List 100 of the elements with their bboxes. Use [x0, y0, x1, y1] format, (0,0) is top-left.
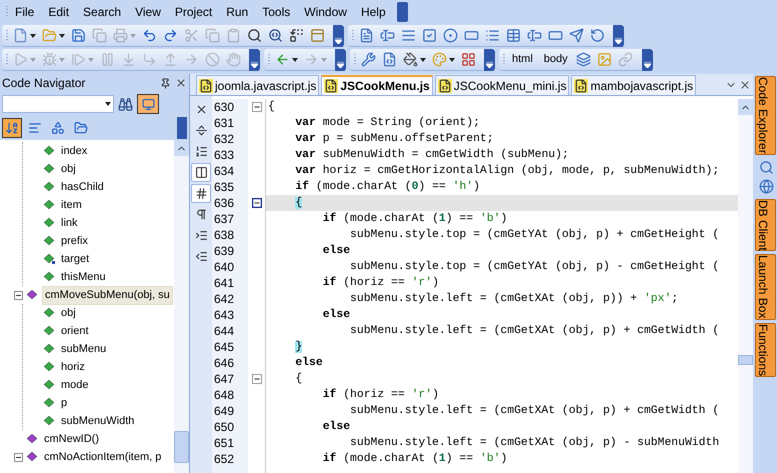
menu-item[interactable]: Help — [354, 3, 393, 21]
line-number: 633 — [213, 147, 236, 163]
layers-icon[interactable] — [574, 50, 593, 68]
line-number: 634 — [213, 163, 236, 179]
file-tab[interactable]: joomla.javascript.js — [196, 75, 320, 95]
menu-item[interactable]: Search — [76, 3, 128, 21]
line-number: 632 — [213, 131, 236, 147]
toolbar-overflow-icon[interactable] — [249, 48, 260, 70]
toolbar-overflow-icon[interactable] — [613, 24, 624, 46]
tree-item[interactable]: thisMenu — [59, 268, 108, 286]
menu-item[interactable]: Edit — [41, 3, 76, 21]
filter-toggle[interactable] — [137, 94, 159, 114]
variable-diamond-icon — [43, 217, 56, 229]
function-diamond-icon — [26, 289, 39, 301]
line-number: 645 — [213, 339, 236, 355]
close-icon[interactable] — [175, 77, 187, 89]
caret-icon[interactable] — [59, 34, 65, 38]
toolbar-overflow-icon[interactable] — [333, 24, 344, 46]
linked-variable-icon — [43, 253, 56, 265]
tree-item[interactable]: link — [59, 214, 80, 232]
caret-icon[interactable] — [449, 58, 455, 62]
pin-icon[interactable] — [160, 78, 171, 88]
file-tab[interactable]: JSCookMenu_mini.js — [434, 75, 570, 95]
tree-item[interactable]: prefix — [59, 232, 90, 250]
tree-item[interactable]: item — [59, 196, 84, 214]
menu-item[interactable]: Run — [219, 3, 256, 21]
tools-icon[interactable] — [359, 50, 377, 68]
caret-icon[interactable] — [420, 58, 426, 62]
columns-icon[interactable] — [191, 163, 211, 182]
menu-item[interactable]: Project — [168, 3, 220, 21]
function-diamond-icon — [26, 451, 39, 463]
toolbar-overflow-icon[interactable] — [642, 48, 653, 70]
paint-bucket-icon[interactable] — [401, 50, 419, 68]
tree-item[interactable]: p — [59, 394, 70, 412]
tree-item[interactable]: subMenuWidth — [59, 412, 136, 430]
collapse-icon[interactable] — [14, 452, 23, 462]
caret-icon[interactable] — [292, 58, 298, 62]
hash-icon[interactable] — [191, 184, 211, 203]
script-file-icon — [199, 78, 213, 92]
variable-diamond-icon — [43, 415, 56, 427]
scrollbar[interactable] — [174, 140, 189, 473]
line-number: 638 — [213, 227, 236, 243]
line-number: 644 — [213, 323, 236, 339]
variable-diamond-icon — [43, 325, 56, 337]
menu-item[interactable]: File — [8, 3, 42, 21]
menu-item[interactable]: View — [128, 3, 168, 21]
side-panel-tab[interactable]: DB Client — [755, 198, 776, 252]
side-panel-tab[interactable]: Launch Box — [755, 254, 776, 320]
toolbar-overflow-icon[interactable] — [335, 48, 346, 70]
caret-icon[interactable] — [30, 34, 36, 38]
variable-diamond-icon — [43, 181, 56, 193]
file-tab[interactable]: mambojavascript.js — [571, 75, 696, 95]
tree-item[interactable]: orient — [59, 322, 91, 340]
caret-icon — [105, 102, 111, 106]
globe-icon[interactable] — [758, 178, 774, 194]
scrollbar[interactable] — [738, 99, 753, 473]
sort-icon[interactable] — [2, 118, 22, 138]
variable-diamond-icon — [43, 271, 56, 283]
panel-title: Code Navigator — [2, 75, 86, 92]
tree-item[interactable]: obj — [59, 160, 78, 178]
tree-item[interactable]: horiz — [59, 358, 87, 376]
menu-overflow-icon[interactable] — [396, 2, 408, 22]
tree-item[interactable]: index — [59, 142, 90, 160]
side-panel-tab[interactable]: Code Explorer — [755, 76, 776, 155]
tree-item[interactable]: hasChild — [59, 178, 106, 196]
side-panel-tab[interactable]: Functions — [755, 322, 776, 377]
tree-item[interactable]: obj — [59, 304, 78, 322]
fold-icon[interactable] — [252, 374, 262, 384]
file-tab[interactable]: JSCookMenu.js — [321, 75, 433, 95]
menu-item[interactable]: Window — [297, 3, 354, 21]
line-number: 631 — [213, 115, 236, 131]
variable-diamond-icon — [43, 343, 56, 355]
tree-item[interactable]: subMenu — [59, 340, 108, 358]
tag-button[interactable]: html — [508, 54, 537, 65]
variable-diamond-icon — [43, 379, 56, 391]
tree-item[interactable]: cmNoActionItem(item, p — [42, 448, 164, 466]
submit-icon[interactable] — [567, 26, 585, 44]
toolbar-overflow-icon[interactable] — [484, 48, 495, 70]
scrollbar-thumb[interactable] — [174, 431, 189, 463]
tag-button[interactable]: body — [540, 54, 572, 65]
tree-item[interactable]: target — [59, 250, 92, 268]
line-number: 648 — [213, 387, 236, 403]
tree-item[interactable]: mode — [59, 376, 91, 394]
close-icon[interactable] — [739, 79, 751, 91]
menu-item[interactable]: Tools — [255, 3, 298, 21]
line-number: 650 — [213, 419, 236, 435]
fold-icon[interactable] — [252, 198, 262, 208]
line-number: 643 — [213, 307, 236, 323]
radio-icon[interactable] — [441, 26, 459, 44]
collapse-icon[interactable] — [14, 290, 23, 300]
scrollbar-thumb[interactable] — [738, 355, 753, 365]
line-number: 640 — [213, 259, 236, 275]
tree-item[interactable]: cmNewID() — [42, 430, 101, 448]
line-number: 647 — [213, 371, 236, 387]
script-file-icon — [574, 78, 588, 92]
variable-diamond-icon — [43, 307, 56, 319]
fold-icon[interactable] — [252, 102, 262, 112]
line-number: 642 — [213, 291, 236, 307]
tree-item[interactable]: cmMoveSubMenu(obj, su — [42, 286, 173, 304]
binoculars-icon[interactable] — [118, 96, 133, 112]
